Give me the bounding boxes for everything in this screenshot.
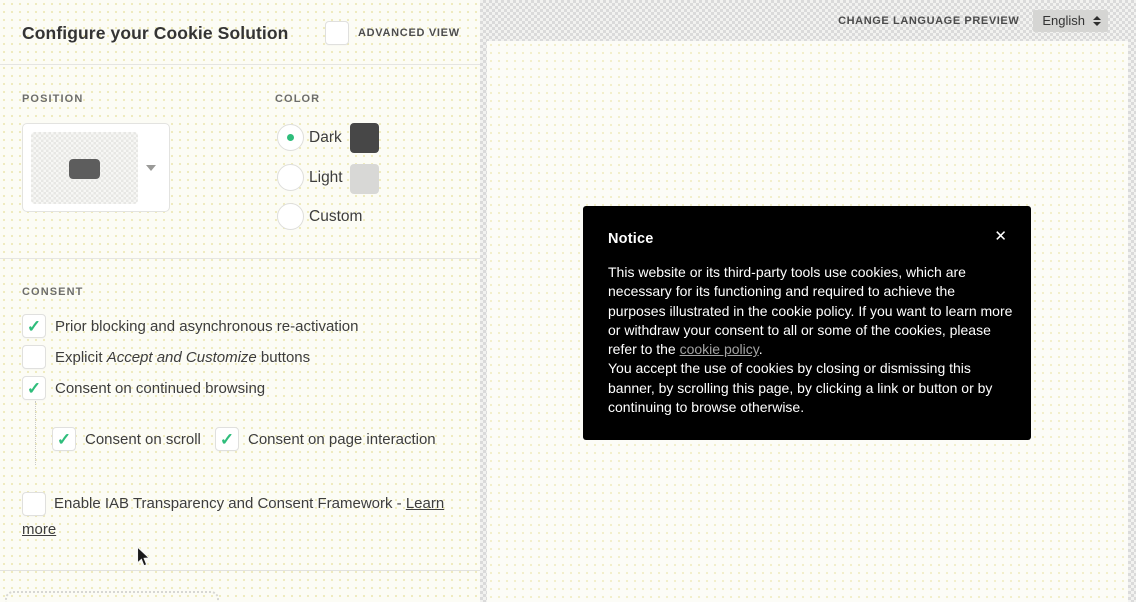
check-icon: ✓ [219, 429, 235, 449]
prior-blocking-checkbox[interactable]: ✓ [22, 314, 46, 338]
color-option-dark: Dark [277, 124, 342, 151]
preview-panel: CHANGE LANGUAGE PREVIEW English Notice ✕… [480, 0, 1136, 602]
notice-body: This website or its third-party tools us… [608, 263, 1014, 417]
dark-radio[interactable] [277, 124, 304, 151]
check-icon: ✓ [26, 316, 42, 336]
close-icon[interactable]: ✕ [994, 229, 1007, 244]
position-selector-dropdown[interactable] [22, 123, 170, 212]
cookie-solution-configurator: Configure your Cookie Solution ✓ ADVANCE… [0, 0, 1136, 602]
consent-on-scroll-label[interactable]: Consent on scroll [85, 431, 201, 448]
label-suffix: buttons [256, 348, 311, 366]
continued-browsing-checkbox[interactable]: ✓ [22, 376, 46, 400]
page-interaction-label[interactable]: Consent on page interaction [248, 431, 436, 448]
light-radio-label[interactable]: Light [309, 169, 343, 187]
nesting-guide-line [35, 401, 36, 465]
position-preview-area [31, 132, 138, 204]
dark-radio-label[interactable]: Dark [309, 129, 342, 147]
consent-row-page-interaction: ✓ Consent on page interaction [215, 427, 436, 451]
configurator-panel: Configure your Cookie Solution ✓ ADVANCE… [0, 0, 480, 602]
position-banner-chip [69, 159, 100, 179]
notice-text-2: . [758, 341, 763, 358]
language-select[interactable]: English [1033, 9, 1108, 32]
consent-row-continued-browsing: ✓ Consent on continued browsing [22, 376, 265, 400]
page-interaction-checkbox[interactable]: ✓ [215, 427, 239, 451]
change-language-label: CHANGE LANGUAGE PREVIEW [838, 14, 1020, 27]
preview-topbar: CHANGE LANGUAGE PREVIEW English [480, 0, 1136, 41]
notice-text-3: You accept the use of cookies by closing… [608, 360, 993, 416]
custom-radio-label[interactable]: Custom [309, 208, 362, 226]
language-select-value: English [1042, 13, 1085, 28]
color-option-custom: Custom [277, 203, 362, 230]
explicit-buttons-label[interactable]: Explicit Accept and Customize buttons [55, 349, 310, 366]
cookie-notice-banner: Notice ✕ This website or its third-party… [583, 206, 1031, 440]
configurator-header: Configure your Cookie Solution ✓ ADVANCE… [0, 0, 480, 65]
consent-row-scroll: ✓ Consent on scroll [52, 427, 201, 451]
color-option-light: Light [277, 164, 343, 191]
iab-framework-checkbox[interactable]: ✓ [22, 492, 46, 517]
continued-browsing-label[interactable]: Consent on continued browsing [55, 380, 265, 397]
advanced-view-label[interactable]: ADVANCED VIEW [358, 27, 460, 39]
explicit-buttons-checkbox[interactable]: ✓ [22, 345, 46, 369]
custom-radio[interactable] [277, 203, 304, 230]
chevron-down-icon [146, 165, 156, 171]
section-divider [0, 258, 480, 259]
label-italic: Accept and Customize [106, 348, 257, 366]
light-radio[interactable] [277, 164, 304, 191]
website-preview-page: Notice ✕ This website or its third-party… [487, 41, 1128, 602]
page-title: Configure your Cookie Solution [22, 23, 289, 43]
position-section-label: POSITION [22, 93, 84, 105]
consent-row-explicit-buttons: ✓ Explicit Accept and Customize buttons [22, 345, 310, 369]
cookie-policy-link[interactable]: cookie policy [680, 341, 759, 357]
label-prefix: Explicit [55, 348, 107, 366]
consent-row-prior-blocking: ✓ Prior blocking and asynchronous re-act… [22, 314, 359, 338]
consent-on-scroll-checkbox[interactable]: ✓ [52, 427, 76, 451]
dark-color-swatch [350, 123, 379, 153]
consent-section-label: CONSENT [22, 286, 84, 298]
advanced-view-checkbox[interactable]: ✓ [325, 21, 349, 45]
notice-text-1: This website or its third-party tools us… [608, 264, 1013, 358]
iab-framework-row: ✓ Enable IAB Transparency and Consent Fr… [22, 491, 454, 543]
bottom-divider [0, 570, 480, 571]
light-color-swatch [350, 164, 379, 194]
embed-section-peek [5, 591, 219, 602]
check-icon: ✓ [56, 429, 72, 449]
notice-title: Notice [608, 231, 654, 247]
check-icon: ✓ [26, 378, 42, 398]
select-updown-icon [1093, 15, 1101, 26]
iab-framework-label[interactable]: Enable IAB Transparency and Consent Fram… [54, 495, 406, 512]
color-section-label: COLOR [275, 93, 321, 105]
prior-blocking-label[interactable]: Prior blocking and asynchronous re-activ… [55, 318, 359, 335]
